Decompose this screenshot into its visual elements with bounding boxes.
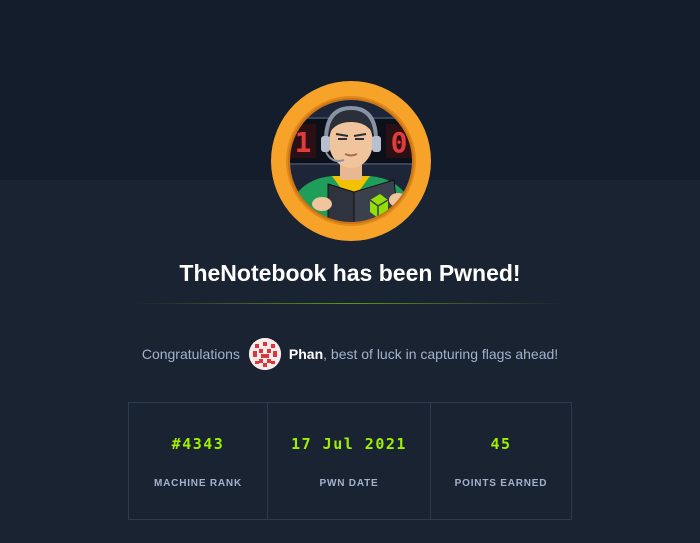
stat-value: #4343: [171, 435, 225, 453]
machine-avatar: 1 0: [270, 80, 432, 242]
stat-machine-rank: #4343 MACHINE RANK: [129, 403, 268, 519]
congrats-suffix: , best of luck in capturing flags ahead!: [323, 346, 559, 362]
stat-pwn-date: 17 Jul 2021 PWN DATE: [268, 403, 431, 519]
username-link[interactable]: Phan: [289, 346, 323, 362]
title-divider: [135, 303, 565, 304]
stat-label: PWN DATE: [319, 478, 379, 489]
congrats-prefix: Congratulations: [141, 346, 240, 362]
stat-label: MACHINE RANK: [154, 478, 242, 489]
stat-value: 45: [490, 435, 512, 453]
stat-label: POINTS EARNED: [454, 478, 548, 489]
stats-panel: #4343 MACHINE RANK 17 Jul 2021 PWN DATE …: [128, 402, 572, 520]
stat-points-earned: 45 POINTS EARNED: [431, 403, 571, 519]
congrats-message: Congratulations Phan , best of luck in c…: [0, 338, 700, 370]
page-title: TheNotebook has been Pwned!: [179, 260, 521, 286]
user-avatar-icon[interactable]: [248, 338, 281, 370]
machine-avatar-icon: 1 0: [271, 81, 431, 241]
stat-value: 17 Jul 2021: [291, 435, 407, 453]
